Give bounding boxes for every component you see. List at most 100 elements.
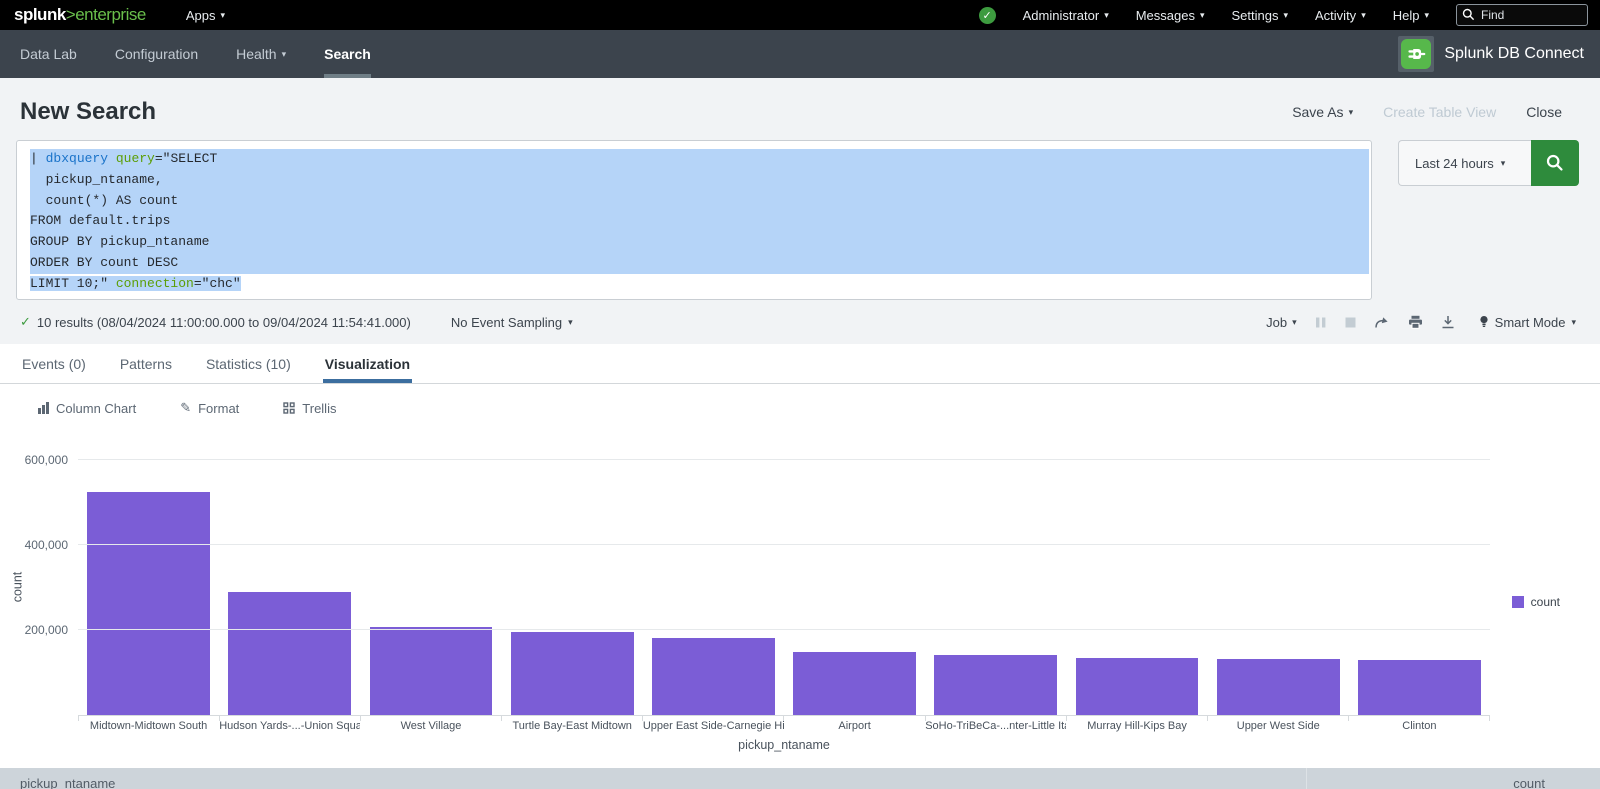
- app-nav-bar: Data Lab Configuration Health▾ Search Splun…: [0, 30, 1600, 78]
- query-token: dbxquery: [46, 151, 108, 166]
- y-axis-title: count: [10, 572, 24, 603]
- stop-button[interactable]: [1345, 317, 1356, 328]
- caret-down-icon: ▾: [1349, 108, 1354, 117]
- time-range-picker[interactable]: Last 24 hours ▾: [1398, 140, 1531, 186]
- print-button[interactable]: [1408, 315, 1423, 329]
- x-label: Turtle Bay-East Midtown: [502, 720, 643, 732]
- bar-upper-east-side-carnegie-hill[interactable]: [652, 638, 775, 715]
- export-button[interactable]: [1441, 315, 1455, 329]
- bar-slot: [78, 492, 219, 715]
- table-header-count[interactable]: count: [1306, 768, 1600, 789]
- gridline: [78, 629, 1490, 630]
- close-label: Close: [1526, 104, 1562, 120]
- bar-upper-west-side[interactable]: [1217, 659, 1340, 715]
- format-button[interactable]: ✎ Format: [180, 400, 239, 416]
- topbar-menus: Administrator▾ Messages▾ Settings▾ Activity…: [1023, 8, 1429, 23]
- query-token: ="SELECT: [155, 151, 217, 166]
- appnav-item-data-lab[interactable]: Data Lab: [20, 30, 77, 78]
- column-chart: count 200,000400,000600,000 Midtown-Midt…: [0, 430, 1600, 756]
- share-button[interactable]: [1374, 315, 1390, 329]
- event-sampling-menu[interactable]: No Event Sampling ▾: [451, 315, 573, 330]
- tab-events-0[interactable]: Events (0): [20, 344, 88, 383]
- page-header: New Search Save As ▾ Create Table View C…: [0, 78, 1600, 140]
- page: splunk >enterprise Apps ▾ ✓ Administrato…: [0, 0, 1600, 789]
- x-label: Hudson Yards-...-Union Square: [219, 720, 360, 732]
- bar-soho-tribeca-nter-little-italy[interactable]: [934, 655, 1057, 715]
- y-tick-label: 200,000: [0, 623, 68, 637]
- search-mode-menu[interactable]: Smart Mode ▾: [1479, 315, 1576, 330]
- query-token: |: [30, 151, 46, 166]
- query-line: LIMIT 10;" connection="chc": [30, 274, 1371, 295]
- appnav-item-configuration[interactable]: Configuration: [115, 30, 198, 78]
- menu-label: Settings: [1232, 8, 1279, 23]
- caret-down-icon: ▾: [568, 318, 573, 327]
- topbar-menu-messages[interactable]: Messages▾: [1136, 8, 1205, 23]
- topbar-menu-activity[interactable]: Activity▾: [1315, 8, 1366, 23]
- share-icon: [1374, 315, 1390, 329]
- bar-clinton[interactable]: [1358, 660, 1481, 715]
- bar-slot: [925, 655, 1066, 715]
- menu-label: Help: [1393, 8, 1420, 23]
- query-token: FROM default.trips: [30, 213, 170, 228]
- format-label: Format: [198, 401, 239, 416]
- query-token: [108, 151, 116, 166]
- results-summary: 10 results (08/04/2024 11:00:00.000 to 0…: [37, 315, 411, 330]
- legend-label: count: [1531, 595, 1560, 609]
- save-as-label: Save As: [1292, 104, 1343, 120]
- splunk-logo[interactable]: splunk >enterprise: [14, 5, 146, 25]
- bar-murray-hill-kips-bay[interactable]: [1076, 658, 1199, 715]
- pencil-icon: ✎: [180, 400, 191, 416]
- job-label: Job: [1266, 315, 1287, 330]
- job-status-bar: ✓ 10 results (08/04/2024 11:00:00.000 to…: [0, 300, 1600, 338]
- x-label: Upper East Side-Carnegie Hill: [643, 720, 784, 732]
- app-identity[interactable]: Splunk DB Connect: [1398, 30, 1584, 78]
- query-token: query: [116, 151, 155, 166]
- save-as-button[interactable]: Save As ▾: [1292, 104, 1353, 120]
- query-token: count(*) AS count: [30, 193, 178, 208]
- x-label: Airport: [784, 720, 925, 732]
- tab-statistics-10[interactable]: Statistics (10): [204, 344, 293, 383]
- page-title: New Search: [20, 98, 156, 126]
- time-range-label: Last 24 hours: [1415, 156, 1494, 171]
- trellis-button[interactable]: Trellis: [283, 401, 336, 416]
- topbar-menu-administrator[interactable]: Administrator▾: [1023, 8, 1109, 23]
- bar-hudson-yards-union-square[interactable]: [228, 592, 351, 715]
- apps-menu[interactable]: Apps ▾: [186, 8, 225, 23]
- topbar-menu-settings[interactable]: Settings▾: [1232, 8, 1289, 23]
- job-menu[interactable]: Job ▾: [1266, 315, 1297, 330]
- x-label: West Village: [360, 720, 501, 732]
- pause-button[interactable]: [1315, 316, 1327, 329]
- search-button[interactable]: [1531, 140, 1579, 186]
- bar-turtle-bay-east-midtown[interactable]: [511, 632, 634, 715]
- print-icon: [1408, 315, 1423, 329]
- x-axis-labels: Midtown-Midtown SouthHudson Yards-...-Un…: [78, 720, 1490, 732]
- search-icon: [1462, 8, 1475, 21]
- tab-visualization[interactable]: Visualization: [323, 344, 412, 383]
- query-token: ="chc": [194, 276, 241, 291]
- x-label: Clinton: [1349, 720, 1490, 732]
- find-input[interactable]: [1456, 4, 1588, 26]
- health-status-icon[interactable]: ✓: [979, 7, 996, 24]
- chart-type-button[interactable]: Column Chart: [38, 401, 136, 416]
- close-button[interactable]: Close: [1526, 104, 1562, 120]
- chart-legend[interactable]: count: [1512, 595, 1560, 609]
- x-axis-title: pickup_ntaname: [78, 738, 1490, 752]
- search-query-input[interactable]: | dbxquery query="SELECT pickup_ntaname,…: [16, 140, 1372, 300]
- bar-slot: [360, 627, 501, 715]
- topbar-menu-help[interactable]: Help▾: [1393, 8, 1429, 23]
- caret-down-icon: ▾: [1292, 318, 1297, 327]
- appnav-label: Configuration: [115, 46, 198, 62]
- bar-west-village[interactable]: [370, 627, 493, 715]
- y-tick-label: 600,000: [0, 453, 68, 467]
- query-token: pickup_ntaname,: [30, 172, 163, 187]
- gridline: [78, 459, 1490, 460]
- db-connect-plug-icon: [1398, 36, 1434, 72]
- appnav-item-search[interactable]: Search: [324, 30, 371, 78]
- caret-down-icon: ▾: [1571, 318, 1576, 327]
- menu-label: Messages: [1136, 8, 1195, 23]
- appnav-item-health[interactable]: Health▾: [236, 30, 286, 78]
- tab-patterns[interactable]: Patterns: [118, 344, 174, 383]
- bar-airport[interactable]: [793, 652, 916, 715]
- bar-midtown-midtown-south[interactable]: [87, 492, 210, 715]
- table-header-pickup-ntaname[interactable]: pickup_ntaname: [0, 768, 1306, 789]
